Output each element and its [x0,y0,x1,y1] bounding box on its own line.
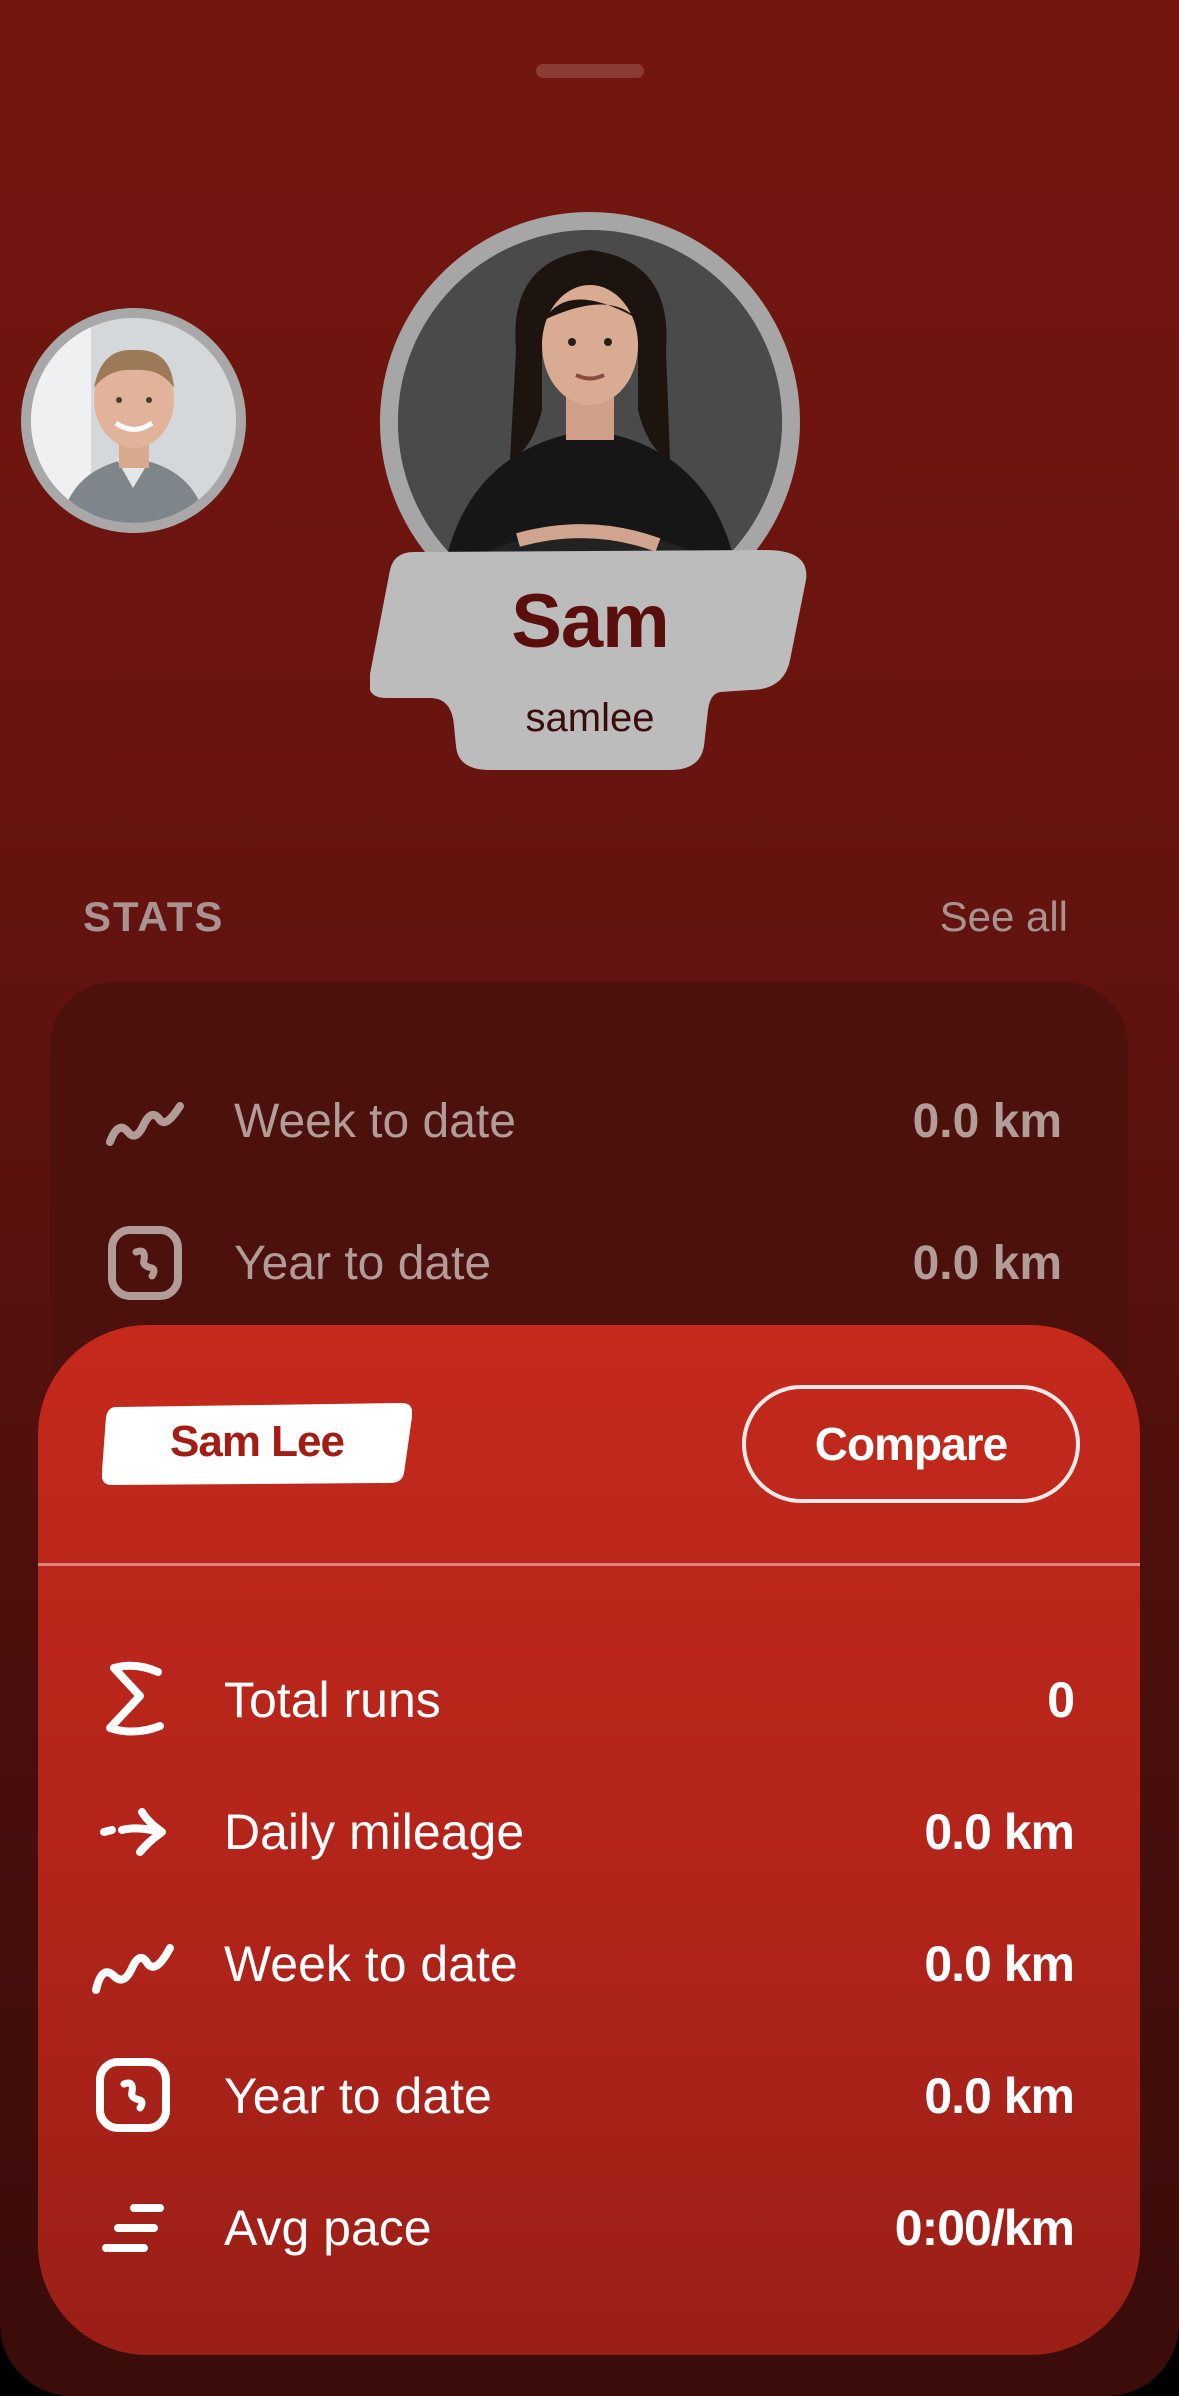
stat-value: 0.0 km [924,2068,1075,2124]
stat-row-total-runs[interactable]: Total runs 0 [38,1649,1140,1749]
stat-label: Avg pace [224,2200,432,2256]
stat-row-week-to-date[interactable]: Week to date 0.0 km [38,1913,1140,2013]
compare-button[interactable]: Compare [742,1385,1080,1503]
stat-label: Total runs [224,1672,441,1728]
friend-photo [31,318,236,523]
user-tag-text: Sam Lee [170,1417,345,1466]
trend-squiggle-icon [92,1944,174,1994]
sigma-icon [106,1661,164,1736]
stat-label: Year to date [224,2068,492,2124]
profile-name: Sam [511,579,670,664]
stats-preview-label: Week to date [234,1094,516,1148]
calendar-clock-icon [108,1226,182,1300]
friend-avatar[interactable] [21,308,246,533]
user-name-tag: Sam Lee [102,1403,412,1485]
card-divider [38,1563,1140,1566]
name-card: Sam samlee [370,550,810,772]
stats-preview-row[interactable]: Week to date 0.0 km [50,1076,1128,1166]
stat-row-daily-mileage[interactable]: Daily mileage 0.0 km [38,1781,1140,1881]
stat-value: 0:00/km [894,2200,1075,2256]
see-all-link[interactable]: See all [940,893,1068,941]
stats-preview-label: Year to date [234,1236,492,1290]
stat-row-year-to-date[interactable]: Year to date 0.0 km [38,2045,1140,2145]
profile-sheet: Sam samlee STATS See all Week to date 0.… [0,0,1179,2396]
runner-stats-card: Sam Lee Compare Total runs 0 Daily milea… [38,1325,1140,2355]
stats-preview-value: 0.0 km [912,1236,1062,1290]
calendar-clock-icon [96,2058,170,2132]
stat-label: Daily mileage [224,1804,525,1860]
stats-preview-row[interactable]: Year to date 0.0 km [50,1218,1128,1308]
stat-label: Week to date [224,1936,518,1992]
stat-value: 0.0 km [924,1936,1075,1992]
stats-preview-value: 0.0 km [912,1094,1062,1148]
stat-row-avg-pace[interactable]: Avg pace 0:00/km [38,2177,1140,2277]
arrow-right-icon [100,1808,166,1856]
profile-username: samlee [525,696,655,740]
stat-value: 0.0 km [924,1804,1075,1860]
pace-lines-icon [102,2204,164,2252]
stats-heading: STATS [83,893,225,940]
sheet-grabber[interactable] [536,64,644,78]
trend-squiggle-icon [106,1102,184,1146]
stat-value: 0 [1047,1672,1075,1728]
